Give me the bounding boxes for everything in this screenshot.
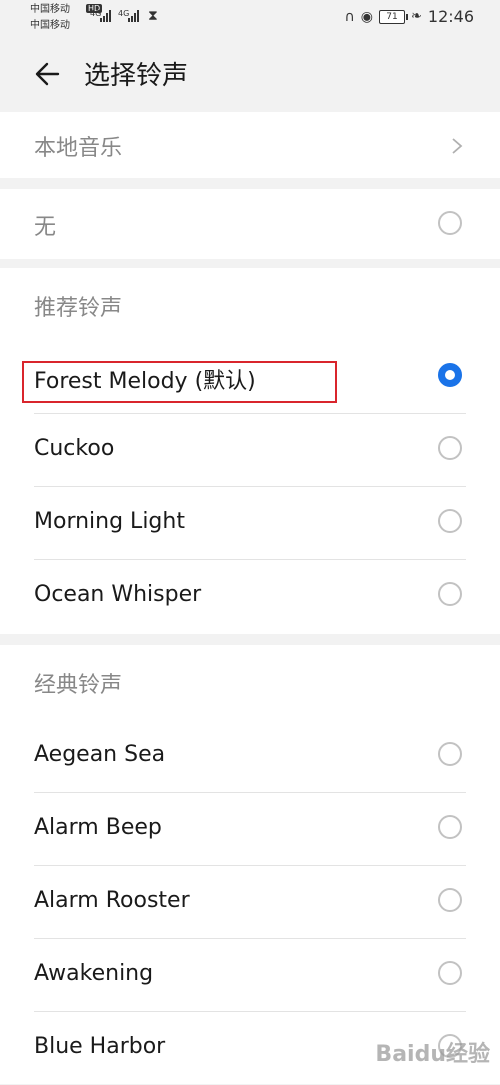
back-arrow-icon[interactable] bbox=[32, 58, 64, 90]
carrier-2: 中国移动 bbox=[30, 20, 70, 31]
ringtone-label: Cuckoo bbox=[34, 436, 115, 461]
local-music-label: 本地音乐 bbox=[34, 136, 123, 161]
radio[interactable] bbox=[438, 815, 462, 839]
status-right: ∩ ◉ 71 ❧ 12:46 bbox=[345, 7, 474, 26]
signal-icon-1 bbox=[100, 10, 114, 22]
battery-icon: 71 bbox=[378, 9, 408, 24]
clock: 12:46 bbox=[427, 7, 474, 26]
recommended-section-title: 推荐铃声 bbox=[34, 296, 123, 321]
radio[interactable] bbox=[438, 582, 462, 606]
none-option-label: 无 bbox=[34, 215, 57, 240]
ringtone-row[interactable]: Cuckoo bbox=[0, 414, 500, 487]
chevron-right-icon bbox=[452, 138, 463, 154]
radio[interactable] bbox=[438, 742, 462, 766]
ringtone-row[interactable]: Ocean Whisper bbox=[0, 560, 500, 633]
local-music-card: 本地音乐 bbox=[0, 112, 500, 178]
none-option-card: 无 bbox=[0, 189, 500, 259]
recommended-card: 推荐铃声 Forest Melody (默认) Cuckoo Morning L… bbox=[0, 268, 500, 634]
radio[interactable] bbox=[438, 961, 462, 985]
ringtone-label: Morning Light bbox=[34, 509, 185, 534]
status-bar: 中国移动 HD 中国移动 4G 4G ⧗ ∩ ◉ 71 ❧ 12:46 bbox=[0, 0, 500, 36]
leaf-icon: ❧ bbox=[410, 9, 422, 24]
ringtone-row[interactable]: Alarm Beep bbox=[0, 793, 500, 866]
none-radio[interactable] bbox=[438, 211, 462, 235]
highlight-box bbox=[22, 361, 337, 403]
none-option-row[interactable]: 无 bbox=[0, 189, 500, 259]
app-bar: 选择铃声 bbox=[0, 36, 500, 112]
watermark: Baidu经验 bbox=[375, 1042, 490, 1067]
hourglass-icon: ⧗ bbox=[148, 8, 158, 24]
headset-icon: ∩ bbox=[344, 8, 355, 25]
local-music-row[interactable]: 本地音乐 bbox=[0, 112, 500, 178]
radio[interactable] bbox=[438, 888, 462, 912]
ringtone-label: Aegean Sea bbox=[34, 742, 166, 767]
carrier-1: 中国移动 bbox=[30, 4, 70, 15]
ringtone-label: Ocean Whisper bbox=[34, 582, 202, 607]
ringtone-label: Alarm Beep bbox=[34, 815, 162, 840]
ringtone-row[interactable]: Awakening bbox=[0, 939, 500, 1012]
ringtone-label: Alarm Rooster bbox=[34, 888, 190, 913]
radio[interactable] bbox=[438, 509, 462, 533]
ringtone-label: Blue Harbor bbox=[34, 1034, 166, 1059]
classic-section-title: 经典铃声 bbox=[34, 673, 123, 698]
radio[interactable] bbox=[438, 436, 462, 460]
page-title: 选择铃声 bbox=[84, 61, 189, 91]
signal-icon-2 bbox=[128, 10, 142, 22]
eye-icon: ◉ bbox=[360, 8, 373, 25]
selected-radio[interactable] bbox=[438, 363, 462, 387]
classic-card: 经典铃声 Aegean Sea Alarm Beep Alarm Rooster… bbox=[0, 645, 500, 1084]
ringtone-row[interactable]: Aegean Sea bbox=[0, 720, 500, 793]
ringtone-row[interactable]: Morning Light bbox=[0, 487, 500, 560]
ringtone-row[interactable]: Alarm Rooster bbox=[0, 866, 500, 939]
ringtone-label: Awakening bbox=[34, 961, 154, 986]
